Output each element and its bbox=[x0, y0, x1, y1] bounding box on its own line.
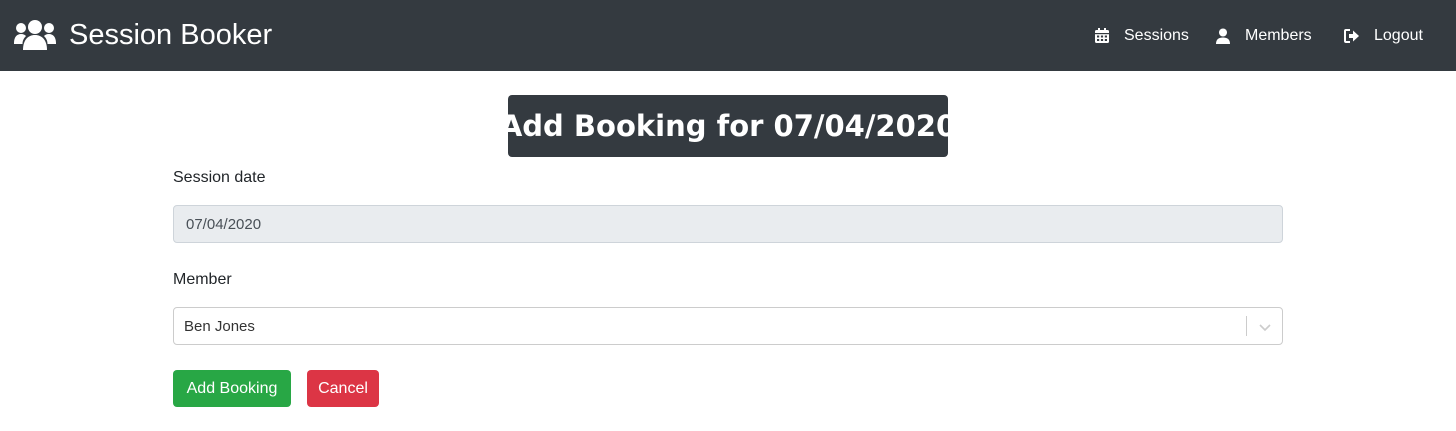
user-icon bbox=[1215, 28, 1231, 44]
session-date-input bbox=[174, 206, 1266, 242]
cancel-button[interactable]: Cancel bbox=[307, 370, 379, 407]
session-date-field bbox=[173, 205, 1283, 243]
nav-link-label: Sessions bbox=[1124, 27, 1189, 44]
member-label: Member bbox=[173, 271, 232, 288]
member-select[interactable]: Ben Jones bbox=[173, 307, 1283, 345]
session-date-label: Session date bbox=[173, 169, 266, 186]
nav-link-label: Members bbox=[1245, 27, 1312, 44]
nav-link-sessions[interactable]: Sessions bbox=[1094, 24, 1189, 48]
nav-link-logout[interactable]: Logout bbox=[1344, 24, 1423, 48]
select-separator bbox=[1246, 316, 1247, 336]
nav-link-label: Logout bbox=[1374, 27, 1423, 44]
add-booking-button[interactable]: Add Booking bbox=[173, 370, 291, 407]
page-title: Add Booking for 07/04/2020 bbox=[499, 109, 957, 143]
member-select-value: Ben Jones bbox=[184, 318, 255, 335]
nav-link-members[interactable]: Members bbox=[1215, 24, 1312, 48]
page-title-box: Add Booking for 07/04/2020 bbox=[500, 95, 956, 157]
nav-links: Sessions Members Logout bbox=[0, 0, 1456, 71]
top-navbar: Session Booker Sessions Members Logout bbox=[0, 0, 1456, 71]
sign-out-icon bbox=[1344, 28, 1360, 44]
calendar-icon bbox=[1094, 28, 1110, 44]
chevron-down-icon[interactable] bbox=[1257, 319, 1273, 335]
